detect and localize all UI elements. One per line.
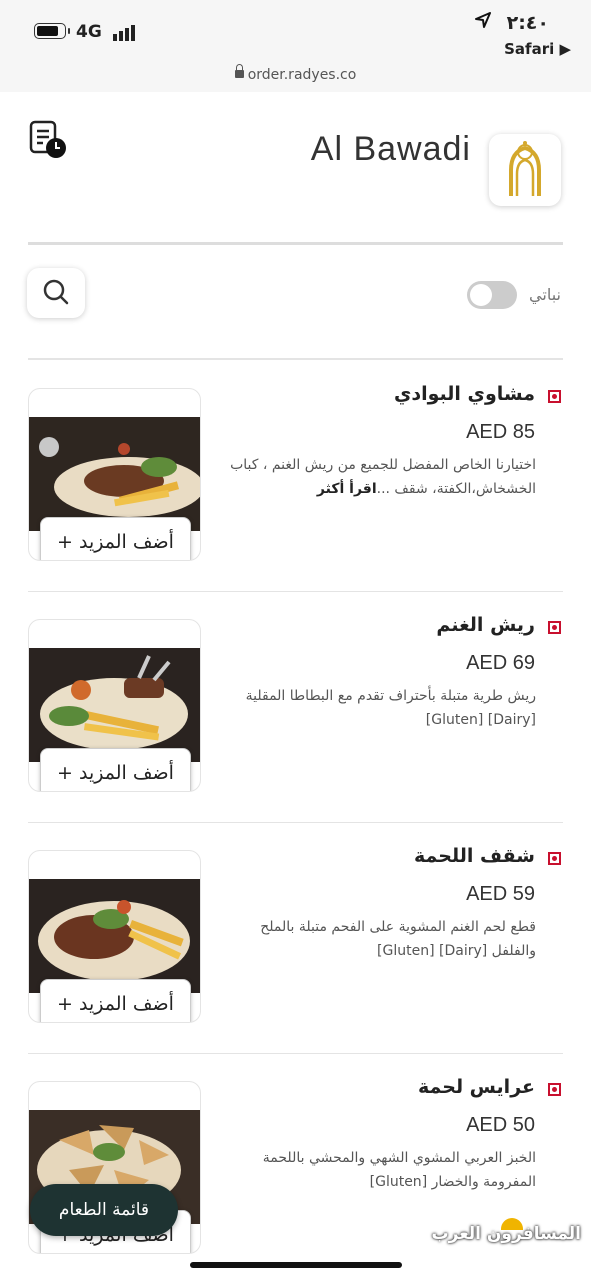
item-price: AED 50 xyxy=(466,1114,535,1136)
battery-icon xyxy=(34,23,70,39)
vegetarian-label: نباتي xyxy=(529,285,561,304)
item-name: مشاوي البوادي xyxy=(393,383,535,405)
item-price: AED 85 xyxy=(466,421,535,443)
add-more-button[interactable]: أضف المزيد + xyxy=(40,517,191,560)
order-history-icon[interactable] xyxy=(28,120,68,160)
status-bar: 4G ٢:٤٠ Safari ▶ xyxy=(0,0,591,62)
menu-item[interactable]: أضف المزيد + شقف اللحمة AED 59 قطع لحم ا… xyxy=(0,823,591,1054)
item-image-card[interactable]: أضف المزيد + xyxy=(28,850,201,1023)
home-indicator[interactable] xyxy=(190,1262,402,1268)
item-description: ريش طرية متبلة بأحتراف تقدم مع البطاطا ا… xyxy=(245,688,536,728)
menu-button[interactable]: قائمة الطعام xyxy=(30,1184,178,1236)
item-name: شقف اللحمة xyxy=(414,845,535,867)
search-icon xyxy=(43,279,69,305)
item-description: الخبز العربي المشوي الشهي والمحشي باللحم… xyxy=(262,1150,536,1190)
toggle-knob xyxy=(470,284,492,306)
restaurant-name: Al Bawadi xyxy=(310,130,471,168)
restaurant-header: Al Bawadi نباتي xyxy=(0,92,591,340)
back-to-safari[interactable]: Safari ▶ xyxy=(504,40,571,58)
read-more-link[interactable]: اقرأ أكثر xyxy=(317,481,377,497)
non-veg-icon xyxy=(548,621,561,634)
menu-item[interactable]: أضف المزيد + مشاوي البوادي AED 85 اختيار… xyxy=(0,361,591,592)
url-text: order.radyes.co xyxy=(234,64,356,83)
item-image-card[interactable]: أضف المزيد + xyxy=(28,619,201,792)
clock: ٢:٤٠ xyxy=(506,12,549,34)
location-arrow-icon xyxy=(475,12,491,28)
vegetarian-toggle[interactable] xyxy=(467,281,517,309)
signal-icon xyxy=(113,25,135,41)
search-button[interactable] xyxy=(27,268,85,318)
restaurant-logo xyxy=(489,134,561,206)
item-image-card[interactable]: أضف المزيد + xyxy=(28,388,201,561)
address-bar[interactable]: order.radyes.co xyxy=(0,62,591,93)
lock-icon xyxy=(234,64,244,78)
header-divider xyxy=(28,242,563,245)
menu-item[interactable]: أضف المزيد + عرايس لحمة AED 50 الخبز الع… xyxy=(0,1054,591,1285)
menu-item[interactable]: أضف المزيد + ريش الغنم AED 69 ريش طرية م… xyxy=(0,592,591,823)
dish-photo xyxy=(29,417,200,531)
non-veg-icon xyxy=(548,1083,561,1096)
non-veg-icon xyxy=(548,852,561,865)
item-description: قطع لحم الغنم المشوية على الفحم متبلة با… xyxy=(260,919,536,959)
add-more-button[interactable]: أضف المزيد + xyxy=(40,979,191,1022)
network-label: 4G xyxy=(76,22,102,42)
item-price: AED 59 xyxy=(466,883,535,905)
non-veg-icon xyxy=(548,390,561,403)
category-divider xyxy=(28,358,563,360)
item-name: عرايس لحمة xyxy=(417,1076,535,1098)
watermark: المسافرون العرب xyxy=(431,1224,581,1244)
add-more-button[interactable]: أضف المزيد + xyxy=(40,748,191,791)
dish-photo xyxy=(29,879,200,993)
item-price: AED 69 xyxy=(466,652,535,674)
dish-photo xyxy=(29,648,200,762)
item-description: اختيارنا الخاص المفضل للجميع من ريش الغن… xyxy=(230,457,536,497)
item-name: ريش الغنم xyxy=(436,614,535,636)
